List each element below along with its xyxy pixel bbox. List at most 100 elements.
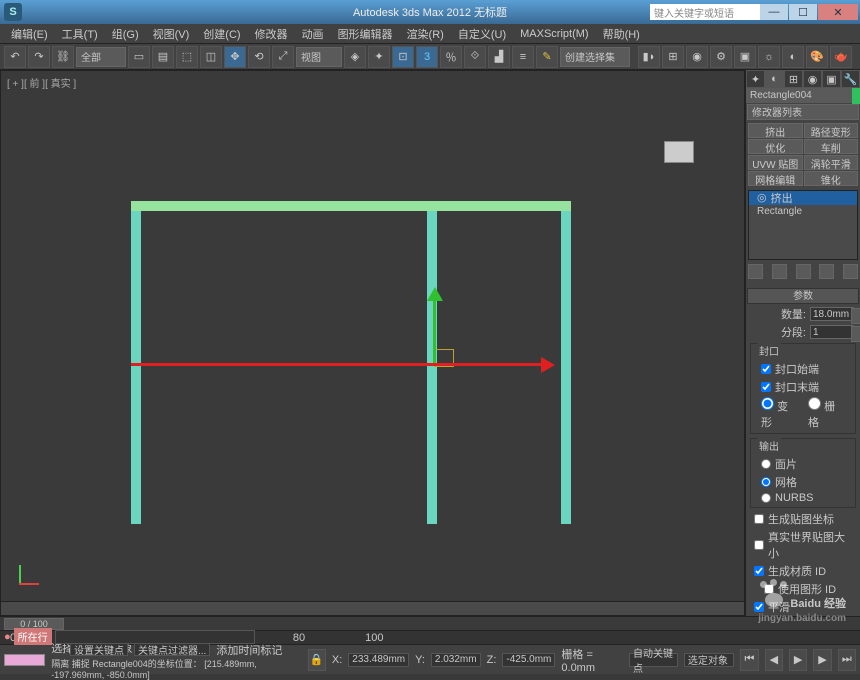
btn-lathe[interactable]: 车削: [804, 139, 859, 154]
refcoord-dropdown[interactable]: 视图: [296, 47, 342, 67]
menu-views[interactable]: 视图(V): [146, 26, 197, 42]
configure-sets-button[interactable]: [843, 264, 858, 279]
select-object-button[interactable]: ▭: [128, 46, 150, 68]
gen-map-checkbox[interactable]: [754, 514, 764, 524]
menu-rendering[interactable]: 渲染(R): [400, 26, 451, 42]
close-button[interactable]: ✕: [818, 4, 858, 20]
rendered-frame-button[interactable]: ▣: [734, 46, 756, 68]
keymode-dropdown[interactable]: 选定对象: [684, 653, 734, 667]
render-prod-button[interactable]: ☼: [758, 46, 780, 68]
params-rollout-header[interactable]: 参数: [747, 288, 859, 304]
btn-extrude[interactable]: 挤出: [748, 123, 803, 138]
pivot-button[interactable]: ◈: [344, 46, 366, 68]
output-mesh-radio[interactable]: [761, 477, 771, 487]
quick-render-button[interactable]: 🎨: [806, 46, 828, 68]
menu-edit[interactable]: 编辑(E): [4, 26, 55, 42]
pin-stack-button[interactable]: [748, 264, 763, 279]
curve-editor-button[interactable]: ▮◗: [638, 46, 660, 68]
schematic-view-button[interactable]: ⊞: [662, 46, 684, 68]
morph-radio[interactable]: [761, 397, 774, 410]
selection-filter-dropdown[interactable]: 全部: [76, 47, 126, 67]
prev-frame-button[interactable]: ◀: [765, 649, 783, 671]
select-name-button[interactable]: ▤: [152, 46, 174, 68]
segments-spinner[interactable]: 1: [810, 325, 854, 339]
stack-item-extrude[interactable]: ◎挤出: [749, 191, 857, 205]
select-rotate-button[interactable]: ⟲: [248, 46, 270, 68]
viewcube-icon[interactable]: [664, 141, 694, 163]
btn-editmesh[interactable]: 网格编辑: [748, 171, 803, 186]
menu-help[interactable]: 帮助(H): [596, 26, 647, 42]
percent-snap-button[interactable]: ％: [440, 46, 462, 68]
stack-item-rectangle[interactable]: Rectangle: [749, 205, 857, 219]
menu-grapheditors[interactable]: 图形编辑器: [331, 26, 400, 42]
snap-toggle-button[interactable]: ⊡: [392, 46, 414, 68]
modify-tab[interactable]: ◐: [765, 70, 784, 88]
gizmo-x-axis[interactable]: [131, 363, 551, 366]
menu-modifiers[interactable]: 修改器: [248, 26, 295, 42]
menu-tools[interactable]: 工具(T): [55, 26, 105, 42]
align-button[interactable]: ≡: [512, 46, 534, 68]
menu-customize[interactable]: 自定义(U): [451, 26, 513, 42]
modifier-list-dropdown[interactable]: 修改器列表: [747, 104, 859, 120]
listener-input[interactable]: [55, 630, 255, 644]
material-editor-button[interactable]: ◉: [686, 46, 708, 68]
select-region-button[interactable]: ⬚: [176, 46, 198, 68]
color-swatch[interactable]: [4, 654, 45, 666]
angle-snap-button[interactable]: 3: [416, 46, 438, 68]
motion-tab[interactable]: ◉: [803, 70, 822, 88]
btn-taper[interactable]: 锥化: [804, 171, 859, 186]
select-scale-button[interactable]: ⤢: [272, 46, 294, 68]
layer-manager-button[interactable]: ✎: [536, 46, 558, 68]
gen-matid-checkbox[interactable]: [754, 566, 764, 576]
menu-animation[interactable]: 动画: [295, 26, 331, 42]
goto-end-button[interactable]: ⏭: [838, 649, 856, 671]
play-button[interactable]: ▶: [789, 649, 807, 671]
btn-pathdeform[interactable]: 路径变形: [804, 123, 859, 138]
autokey-button[interactable]: 自动关键点: [629, 653, 678, 667]
select-move-button[interactable]: ✥: [224, 46, 246, 68]
cap-end-checkbox[interactable]: [761, 382, 771, 392]
named-selection-dropdown[interactable]: 创建选择集: [560, 47, 630, 67]
next-frame-button[interactable]: ▶: [813, 649, 831, 671]
show-result-button[interactable]: [772, 264, 787, 279]
minimize-button[interactable]: —: [760, 4, 788, 20]
render-setup-button[interactable]: ⚙: [710, 46, 732, 68]
mirror-button[interactable]: ▟: [488, 46, 510, 68]
horizontal-scrollbar[interactable]: [1, 601, 744, 615]
output-nurbs-radio[interactable]: [761, 493, 771, 503]
make-unique-button[interactable]: [796, 264, 811, 279]
maximize-button[interactable]: ☐: [789, 4, 817, 20]
output-patch-radio[interactable]: [761, 459, 771, 469]
menu-maxscript[interactable]: MAXScript(M): [513, 28, 595, 40]
realworld-checkbox[interactable]: [754, 540, 764, 550]
amount-spinner[interactable]: 18.0mm: [810, 307, 854, 321]
gizmo-y-axis[interactable]: [433, 291, 436, 366]
help-search-input[interactable]: 键入关键字或短语: [650, 4, 770, 20]
menu-group[interactable]: 组(G): [105, 26, 146, 42]
spinner-snap-button[interactable]: ⟐: [464, 46, 486, 68]
teapot-icon[interactable]: 🫖: [830, 46, 852, 68]
utilities-tab[interactable]: 🔧: [841, 70, 860, 88]
z-coord-field[interactable]: -425.0mm: [502, 653, 555, 667]
modifier-stack[interactable]: ◎挤出 Rectangle: [748, 190, 858, 260]
render-iter-button[interactable]: ◐: [782, 46, 804, 68]
create-tab[interactable]: ✦: [746, 70, 765, 88]
lock-selection-button[interactable]: 🔒: [308, 649, 326, 671]
hierarchy-tab[interactable]: ⊞: [784, 70, 803, 88]
remove-mod-button[interactable]: [819, 264, 834, 279]
cap-start-checkbox[interactable]: [761, 364, 771, 374]
btn-turbosmooth[interactable]: 涡轮平滑: [804, 155, 859, 170]
menu-create[interactable]: 创建(C): [196, 26, 247, 42]
x-coord-field[interactable]: 233.489mm: [348, 653, 409, 667]
goto-start-button[interactable]: ⏮: [740, 649, 758, 671]
manipulate-button[interactable]: ✦: [368, 46, 390, 68]
undo-button[interactable]: ↶: [4, 46, 26, 68]
window-crossing-button[interactable]: ◫: [200, 46, 222, 68]
app-logo-icon[interactable]: S: [4, 3, 22, 21]
btn-optimize[interactable]: 优化: [748, 139, 803, 154]
grid-radio[interactable]: [808, 397, 821, 410]
redo-button[interactable]: ↷: [28, 46, 50, 68]
viewport-label[interactable]: [ + ][ 前 ][ 真实 ]: [7, 75, 76, 90]
btn-uvwmap[interactable]: UVW 贴图: [748, 155, 803, 170]
object-name-field[interactable]: Rectangle004: [746, 88, 860, 103]
